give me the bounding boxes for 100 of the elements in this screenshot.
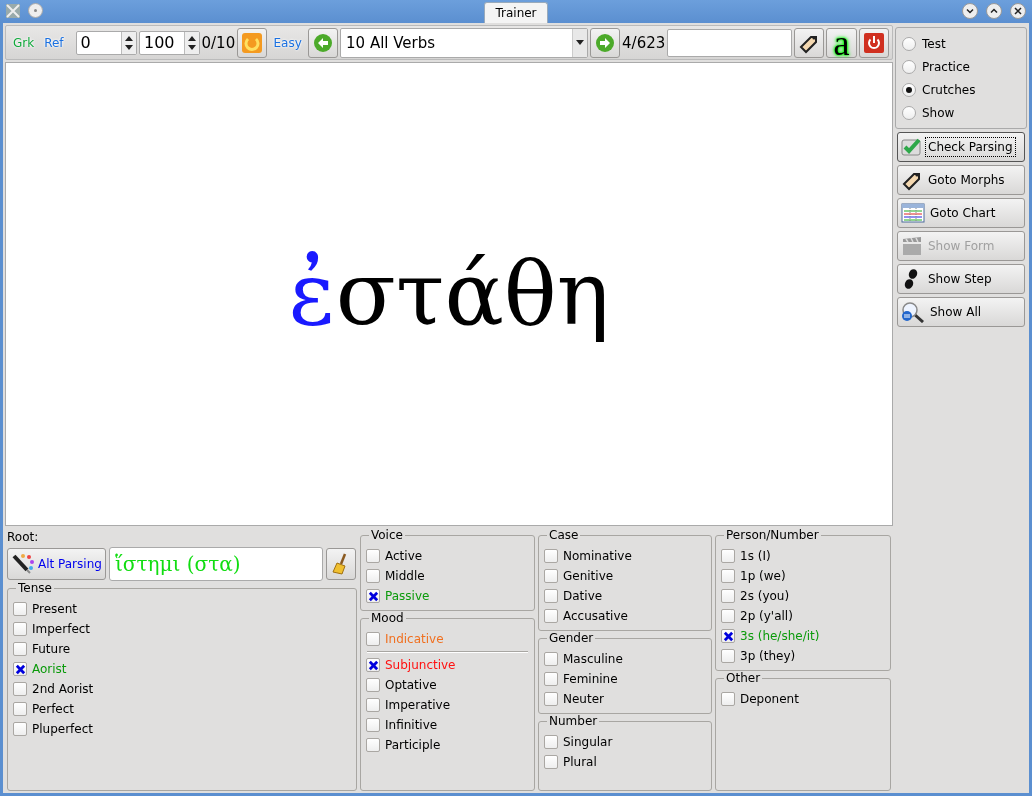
checkbox[interactable] (366, 738, 380, 752)
refresh-icon (241, 31, 264, 54)
checkbox-label[interactable]: Imperfect (32, 622, 91, 636)
checkbox-label[interactable]: 2p (y'all) (740, 609, 793, 623)
checkbox[interactable] (721, 649, 735, 663)
spin-box[interactable]: 0 (75, 30, 137, 55)
checkbox[interactable] (544, 735, 558, 749)
checkbox[interactable] (13, 642, 27, 656)
font-button[interactable]: a (826, 27, 857, 58)
checkbox-label[interactable]: Active (385, 549, 423, 563)
close-icon[interactable] (1010, 3, 1026, 19)
checkbox-label[interactable]: 2s (you) (740, 589, 790, 603)
checkbox[interactable] (721, 692, 735, 706)
toggle-label[interactable]: Easy (269, 35, 306, 50)
position-counter: 4/623 (622, 33, 666, 52)
radio-label[interactable]: Show (922, 105, 955, 120)
checkbox[interactable] (366, 632, 380, 646)
checkbox[interactable] (544, 589, 558, 603)
next-button[interactable] (589, 27, 621, 58)
checkbox[interactable] (366, 698, 380, 712)
checkbox[interactable] (544, 549, 558, 563)
toggle-label[interactable]: Ref (40, 35, 68, 50)
checkbox[interactable] (721, 549, 735, 563)
checkbox-label[interactable]: 3p (they) (740, 649, 796, 663)
checkbox[interactable] (366, 589, 380, 603)
radio-label[interactable]: Test (922, 36, 946, 51)
checkbox[interactable] (366, 718, 380, 732)
tag-button[interactable] (794, 27, 825, 58)
action-button[interactable]: Check Parsing (897, 132, 1025, 162)
checkbox-label[interactable]: Plural (563, 755, 597, 769)
checkbox[interactable] (366, 678, 380, 692)
previous-button[interactable] (307, 27, 339, 58)
checkbox-label[interactable]: Infinitive (385, 718, 438, 732)
app-icon[interactable] (6, 3, 20, 18)
checkbox[interactable] (544, 609, 558, 623)
action-button[interactable]: Goto Morphs (897, 165, 1025, 195)
checkbox-label[interactable]: 2nd Aorist (32, 682, 94, 696)
checkbox[interactable] (13, 662, 27, 676)
checkbox[interactable] (13, 702, 27, 716)
checkbox[interactable] (544, 672, 558, 686)
checkbox[interactable] (544, 755, 558, 769)
checkbox[interactable] (721, 569, 735, 583)
checkbox[interactable] (721, 589, 735, 603)
spin-box[interactable]: 100 (139, 30, 200, 55)
checkbox-label[interactable]: Participle (385, 738, 441, 752)
clear-button[interactable] (326, 548, 356, 580)
checkbox[interactable] (721, 609, 735, 623)
checkbox[interactable] (366, 569, 380, 583)
group-title: Other (724, 671, 763, 685)
checkbox[interactable] (366, 658, 380, 672)
radio-label[interactable]: Crutches (922, 82, 976, 97)
maximize-icon[interactable] (986, 3, 1002, 19)
range-count: 0/10 (201, 33, 236, 52)
refresh-button[interactable] (237, 27, 268, 58)
window-menu-icon[interactable] (28, 3, 43, 18)
radio-button[interactable] (902, 105, 916, 120)
checkbox[interactable] (13, 722, 27, 736)
group-title: Tense (16, 581, 54, 595)
group-title: Person/Number (724, 528, 821, 542)
checkbox-label[interactable]: Genitive (563, 569, 614, 583)
checkbox-label[interactable]: Feminine (563, 672, 618, 686)
power-button[interactable] (858, 27, 889, 58)
radio-label[interactable]: Practice (922, 59, 970, 74)
alt-parsing-button[interactable]: Alt Parsing (7, 548, 106, 580)
checkbox-label[interactable]: Masculine (563, 652, 623, 666)
action-button[interactable]: Goto Chart (897, 198, 1025, 228)
checkbox[interactable] (721, 629, 735, 643)
checkbox[interactable] (544, 569, 558, 583)
table-chart-icon (901, 203, 925, 223)
checkbox-label[interactable]: 1p (we) (740, 569, 786, 583)
minimize-icon[interactable] (962, 3, 978, 19)
action-button[interactable]: Show Step (897, 264, 1025, 294)
checkbox-label[interactable]: Present (32, 602, 78, 616)
group-title: Voice (369, 528, 405, 542)
checkbox-label[interactable]: 1s (I) (740, 549, 771, 563)
radio-button[interactable] (902, 36, 916, 51)
checkbox-label[interactable]: Deponent (740, 692, 799, 706)
checkbox-label[interactable]: Future (32, 642, 71, 656)
checkbox-label[interactable]: Pluperfect (32, 722, 94, 736)
checkbox-label[interactable]: Accusative (563, 609, 628, 623)
radio-button[interactable] (902, 59, 916, 74)
verb-list-dropdown[interactable]: 10 All Verbs (340, 27, 588, 58)
checkbox[interactable] (13, 602, 27, 616)
checkbox-label[interactable]: Imperative (385, 698, 451, 712)
checkbox-label[interactable]: Optative (385, 678, 437, 692)
checkbox-label[interactable]: Neuter (563, 692, 604, 706)
checkmark-icon (901, 137, 923, 157)
checkbox[interactable] (544, 692, 558, 706)
checkbox[interactable] (13, 682, 27, 696)
checkbox-label[interactable]: Nominative (563, 549, 632, 563)
checkbox-label[interactable]: Singular (563, 735, 613, 749)
checkbox[interactable] (366, 549, 380, 563)
action-button[interactable]: Show All (897, 297, 1025, 327)
checkbox-label[interactable]: Middle (385, 569, 425, 583)
radio-button[interactable] (902, 82, 916, 97)
checkbox-label[interactable]: Perfect (32, 702, 75, 716)
checkbox-label[interactable]: Dative (563, 589, 603, 603)
input-field[interactable] (667, 28, 793, 57)
checkbox[interactable] (544, 652, 558, 666)
checkbox[interactable] (13, 622, 27, 636)
